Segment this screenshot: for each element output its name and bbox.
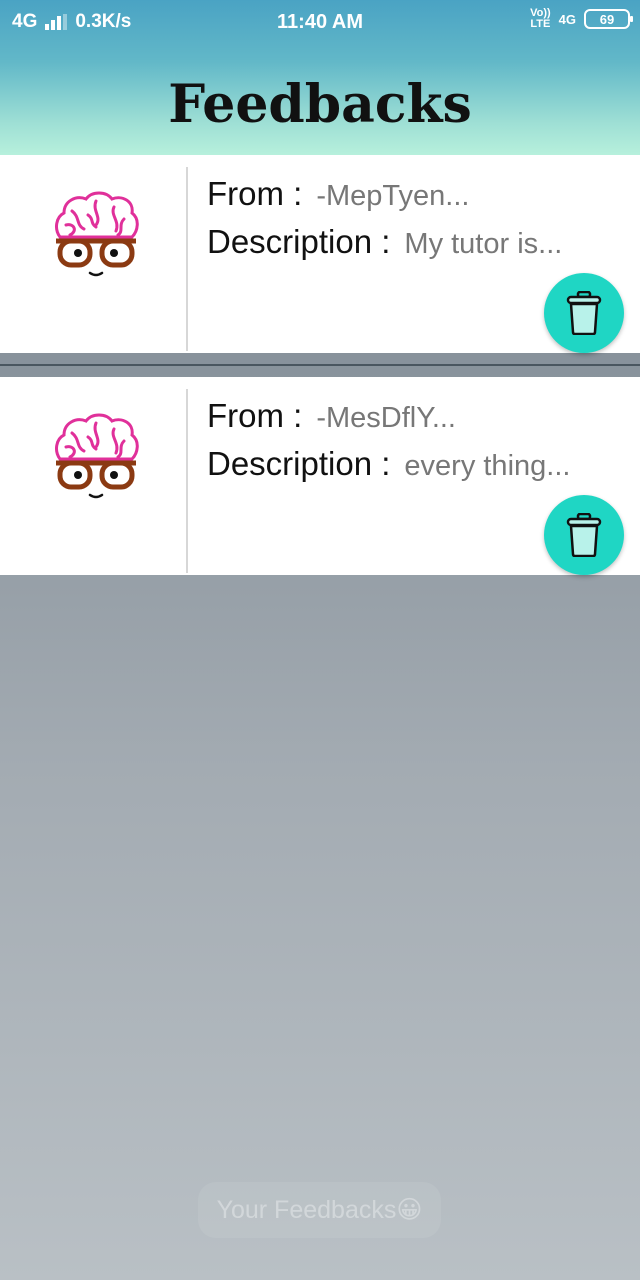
delete-button[interactable] bbox=[544, 273, 624, 353]
app-header: 4G 0.3K/s 11:40 AM Vo)) LTE 4G 69 Feedba… bbox=[0, 0, 640, 155]
description-value: My tutor is... bbox=[404, 228, 563, 260]
description-label: Description : bbox=[207, 223, 391, 260]
toast-message: Your Feedbacks😀 bbox=[198, 1182, 441, 1238]
delete-button[interactable] bbox=[544, 495, 624, 575]
from-value: -MesDflY... bbox=[316, 402, 456, 434]
description-row: Description : every thing... bbox=[207, 445, 570, 483]
battery-level: 69 bbox=[599, 11, 615, 27]
description-label: Description : bbox=[207, 445, 391, 482]
battery-icon: 69 bbox=[584, 9, 633, 29]
from-row: From : -MepTyen... bbox=[207, 175, 469, 213]
description-value: every thing... bbox=[404, 450, 571, 482]
status-bar: 4G 0.3K/s 11:40 AM Vo)) LTE 4G 69 bbox=[0, 0, 640, 44]
volte-indicator: Vo)) LTE bbox=[530, 7, 551, 30]
divider bbox=[186, 389, 188, 573]
network-type-right: 4G bbox=[558, 11, 576, 27]
brain-glasses-icon bbox=[55, 413, 139, 499]
page-title: Feedbacks bbox=[168, 74, 472, 135]
feedback-card[interactable]: From : -MepTyen... Description : My tutor … bbox=[0, 155, 640, 353]
from-label: From : bbox=[207, 397, 303, 434]
divider bbox=[186, 167, 188, 351]
description-row: Description : My tutor is... bbox=[207, 223, 562, 261]
brain-glasses-icon bbox=[55, 191, 139, 277]
feedback-card[interactable]: From : -MesDflY... Description : every thi… bbox=[0, 377, 640, 575]
trash-icon bbox=[566, 513, 602, 557]
card-separator bbox=[0, 364, 640, 366]
from-value: -MepTyen... bbox=[316, 180, 470, 212]
trash-icon bbox=[566, 291, 602, 335]
from-row: From : -MesDflY... bbox=[207, 397, 456, 435]
from-label: From : bbox=[207, 175, 303, 212]
